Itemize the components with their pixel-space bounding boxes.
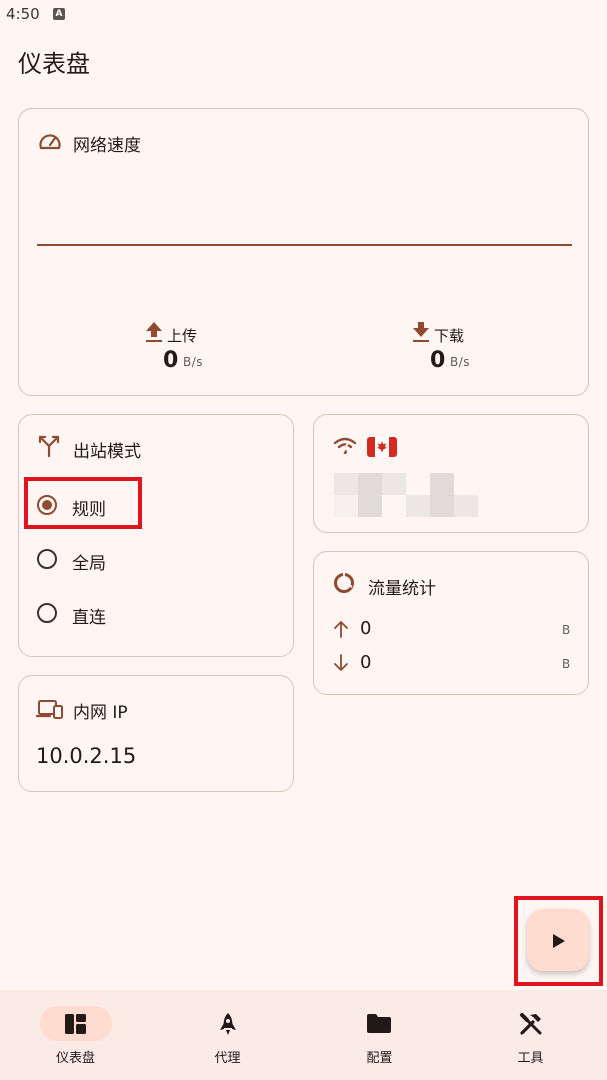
rocket-icon: [220, 1013, 236, 1035]
download-unit: B/s: [450, 355, 471, 369]
upload-unit: B/s: [183, 355, 204, 369]
nav-label: 代理: [214, 1051, 241, 1066]
devices-icon: [36, 700, 63, 719]
download-label: 下载: [434, 327, 465, 345]
highlight-box-start: [514, 896, 603, 986]
arrow-down-icon: [334, 654, 348, 671]
highlight-box-rule: [24, 477, 142, 529]
upload-value: 0: [163, 348, 179, 373]
nav-label: 配置: [366, 1051, 393, 1066]
radio-button[interactable]: [37, 549, 57, 569]
network-speed-card: 网络速度 上传 0 B/s 下载 0 B/s: [18, 108, 589, 396]
speedometer-icon: [39, 134, 61, 150]
arrow-up-icon: [334, 621, 348, 638]
mode-option-label: 直连: [72, 608, 106, 628]
mode-option-label: 全局: [72, 554, 106, 574]
nav-label: 仪表盘: [55, 1051, 95, 1066]
bottom-navigation: 仪表盘 代理 配置 工具: [0, 990, 607, 1080]
upload-label: 上传: [167, 327, 198, 345]
mode-option-direct[interactable]: 直连: [37, 593, 257, 633]
proxy-node-card[interactable]: [313, 414, 589, 533]
intranet-ip-card: 内网 IP 10.0.2.15: [18, 675, 294, 792]
traffic-upload-unit: B: [562, 623, 571, 637]
status-indicator-icon: A: [53, 8, 65, 20]
status-bar: 4:50 A: [0, 0, 607, 28]
outbound-mode-card: 出站模式 规则 全局 直连: [18, 414, 294, 657]
wifi-icon: [333, 437, 357, 455]
nav-label: 工具: [517, 1051, 544, 1066]
intranet-ip-title: 内网 IP: [73, 703, 128, 723]
outbound-mode-title: 出站模式: [73, 442, 141, 462]
speed-graph-line: [37, 244, 572, 246]
traffic-upload-value: 0: [360, 618, 372, 639]
network-speed-title: 网络速度: [73, 136, 141, 156]
donut-chart-icon: [334, 573, 354, 593]
traffic-title: 流量统计: [368, 579, 436, 599]
nav-item-config[interactable]: 配置: [304, 990, 455, 1080]
mode-option-global[interactable]: 全局: [37, 539, 257, 579]
traffic-download-unit: B: [562, 657, 571, 671]
nav-item-proxy[interactable]: 代理: [152, 990, 303, 1080]
page-title: 仪表盘: [18, 50, 90, 78]
traffic-download-value: 0: [360, 652, 372, 673]
status-time: 4:50: [6, 5, 40, 23]
canada-flag-icon: [367, 437, 397, 457]
radio-button[interactable]: [37, 603, 57, 623]
dashboard-icon: [65, 1014, 86, 1034]
nav-item-tools[interactable]: 工具: [455, 990, 606, 1080]
tools-icon: [520, 1013, 542, 1035]
fork-icon: [38, 435, 60, 457]
nav-item-dashboard[interactable]: 仪表盘: [0, 990, 151, 1080]
intranet-ip-value: 10.0.2.15: [36, 744, 137, 768]
download-icon: [413, 322, 429, 342]
download-value: 0: [430, 348, 446, 373]
traffic-stats-card: 流量统计 0 B 0 B: [313, 551, 589, 695]
upload-icon: [146, 322, 162, 342]
folder-icon: [367, 1014, 391, 1033]
